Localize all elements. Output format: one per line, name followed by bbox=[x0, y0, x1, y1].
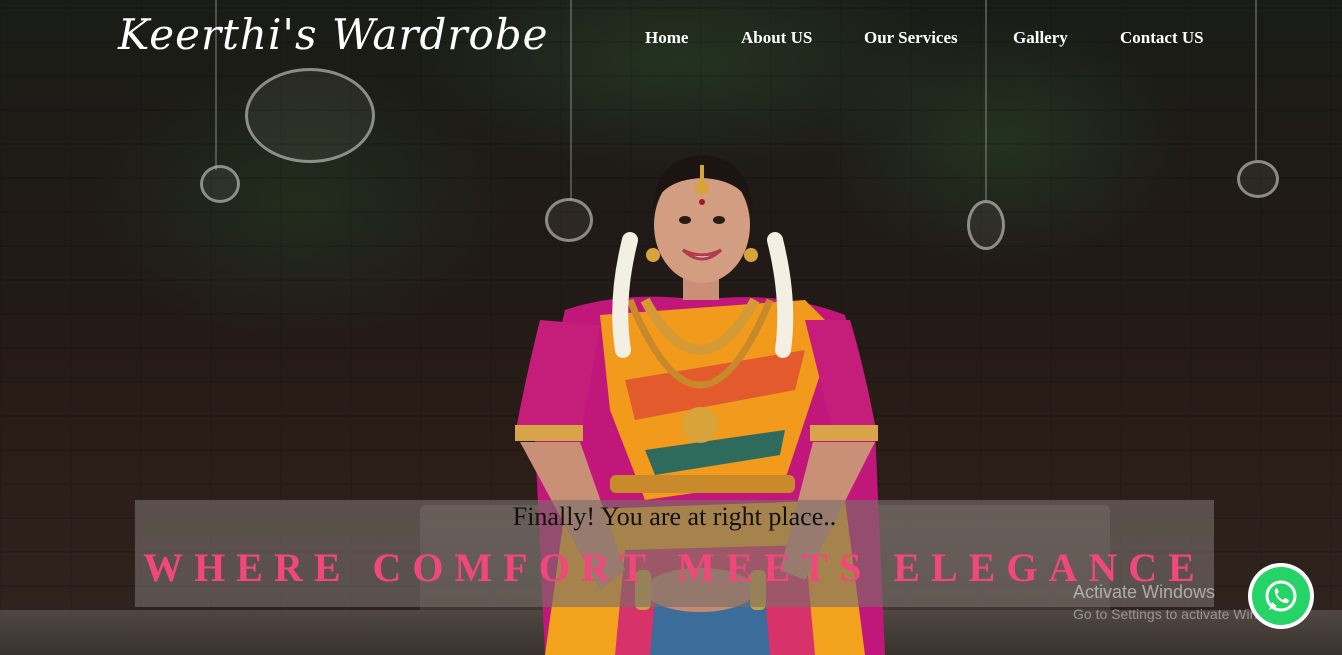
whatsapp-icon bbox=[1252, 567, 1310, 625]
hanging-ornament bbox=[967, 200, 1005, 250]
hero-banner: Finally! You are at right place.. WHERE … bbox=[135, 500, 1214, 607]
nav-about-us[interactable]: About US bbox=[741, 28, 812, 48]
nav-our-services[interactable]: Our Services bbox=[864, 28, 958, 48]
whatsapp-button[interactable] bbox=[1248, 563, 1314, 629]
nav-contact-us[interactable]: Contact US bbox=[1120, 28, 1204, 48]
main-navigation: Home About US Our Services Gallery Conta… bbox=[0, 28, 1342, 52]
activate-windows-title: Activate Windows bbox=[1073, 582, 1216, 602]
hero-headline: WHERE COMFORT MEETS ELEGANCE bbox=[143, 545, 1206, 590]
lantern-string bbox=[1255, 0, 1257, 160]
hero-tagline: Finally! You are at right place.. bbox=[512, 502, 837, 531]
hanging-lantern bbox=[245, 68, 375, 163]
nav-gallery[interactable]: Gallery bbox=[1013, 28, 1068, 48]
hanging-ornament bbox=[1237, 160, 1279, 198]
hanging-ornament bbox=[200, 165, 240, 203]
nav-home[interactable]: Home bbox=[645, 28, 688, 48]
